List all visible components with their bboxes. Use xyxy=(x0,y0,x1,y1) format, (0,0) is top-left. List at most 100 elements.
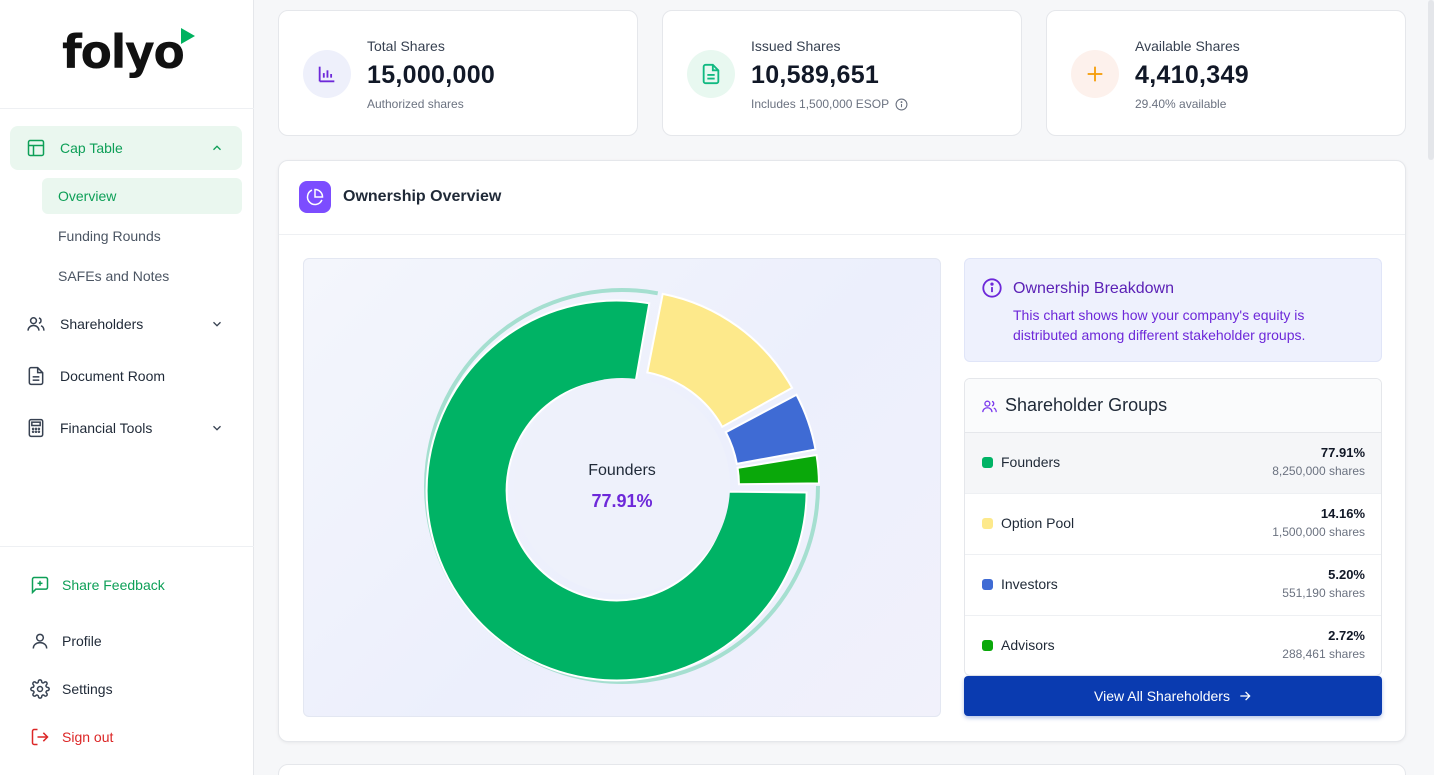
shareholder-groups: Shareholder Groups Founders 77.91% 8,250… xyxy=(964,378,1382,676)
table-icon xyxy=(27,139,45,157)
view-all-label: View All Shareholders xyxy=(1094,688,1230,704)
panel-title: Ownership Overview xyxy=(343,188,502,205)
view-all-shareholders-button[interactable]: View All Shareholders xyxy=(964,676,1382,716)
group-percent: 5.20% xyxy=(1328,567,1365,582)
next-section-card xyxy=(278,764,1406,775)
info-icon xyxy=(982,278,1002,298)
share-feedback-label: Share Feedback xyxy=(62,577,165,593)
chevron-up-icon xyxy=(213,145,221,151)
sidebar-item-label: Cap Table xyxy=(60,140,123,156)
sidebar-divider xyxy=(0,108,254,109)
bar-chart-icon xyxy=(318,66,335,83)
sign-out-icon xyxy=(31,728,49,746)
group-name: Founders xyxy=(1001,454,1061,470)
sign-out-button[interactable]: Sign out xyxy=(30,725,113,749)
stat-icon-wrap xyxy=(687,50,735,98)
breakdown-text: This chart shows how your company's equi… xyxy=(1013,307,1306,343)
plus-icon xyxy=(1087,66,1103,82)
sidebar-subitem-safes-notes[interactable]: SAFEs and Notes xyxy=(42,258,242,294)
legend-swatch xyxy=(982,640,993,651)
ownership-overview-panel: Ownership Overview Founders 77.91% Owner… xyxy=(278,160,1406,742)
stat-subtext: 29.40% available xyxy=(1135,97,1226,111)
breakdown-title: Ownership Breakdown xyxy=(1013,280,1174,297)
shareholder-groups-header: Shareholder Groups xyxy=(965,379,1381,433)
group-percent: 14.16% xyxy=(1320,506,1365,521)
donut-chart: Founders 77.91% xyxy=(303,258,941,717)
sidebar-item-label: Document Room xyxy=(60,368,166,384)
donut-chart-svg xyxy=(424,288,820,684)
sidebar-item-financial-tools[interactable]: Financial Tools xyxy=(10,406,242,450)
group-name: Investors xyxy=(1001,576,1058,592)
stat-icon-wrap xyxy=(303,50,351,98)
settings-link[interactable]: Settings xyxy=(30,677,113,701)
sidebar-divider xyxy=(0,546,254,547)
document-icon xyxy=(28,366,44,386)
document-icon xyxy=(702,63,720,85)
group-shares: 551,190 shares xyxy=(1282,586,1365,600)
stat-value: 4,410,349 xyxy=(1135,61,1249,89)
share-feedback-button[interactable]: Share Feedback xyxy=(30,573,165,597)
stat-value: 10,589,651 xyxy=(751,61,880,89)
donut-center-label: Founders xyxy=(588,462,656,479)
sidebar: folyo Cap Table Overview Funding Rounds … xyxy=(0,0,254,775)
group-percent: 2.72% xyxy=(1328,628,1365,643)
donut-center-value: 77.91% xyxy=(591,491,653,511)
user-icon xyxy=(32,633,48,649)
sidebar-item-document-room[interactable]: Document Room xyxy=(10,354,242,398)
group-row-advisors[interactable]: Advisors 2.72% 288,461 shares xyxy=(965,616,1381,675)
scrollbar[interactable] xyxy=(1428,0,1434,160)
sidebar-subitem-funding-rounds[interactable]: Funding Rounds xyxy=(42,218,242,254)
sidebar-subitem-overview[interactable]: Overview xyxy=(42,178,242,214)
stat-value: 15,000,000 xyxy=(367,61,496,89)
available-shares-card: Available Shares 4,410,349 29.40% availa… xyxy=(1046,10,1406,136)
panel-icon-wrap xyxy=(299,181,331,213)
sidebar-item-label: Financial Tools xyxy=(60,420,153,436)
stat-icon-wrap xyxy=(1071,50,1119,98)
users-icon xyxy=(27,317,45,331)
group-percent: 77.91% xyxy=(1320,445,1365,460)
legend-swatch xyxy=(982,579,993,590)
sidebar-item-cap-table[interactable]: Cap Table xyxy=(10,126,242,170)
legend-swatch xyxy=(982,457,993,468)
settings-label: Settings xyxy=(62,681,113,697)
sidebar-subitem-label: Funding Rounds xyxy=(58,228,161,244)
profile-link[interactable]: Profile xyxy=(30,629,102,653)
group-row-founders[interactable]: Founders 77.91% 8,250,000 shares xyxy=(965,433,1381,494)
stat-label: Available Shares xyxy=(1135,38,1240,54)
sidebar-subitem-label: Overview xyxy=(58,188,117,204)
logo-flag-icon xyxy=(181,28,196,44)
group-shares: 288,461 shares xyxy=(1282,647,1365,661)
folyo-logo[interactable]: folyo xyxy=(62,24,196,80)
donut-hole xyxy=(514,378,730,594)
sidebar-item-shareholders[interactable]: Shareholders xyxy=(10,302,242,346)
stat-label: Total Shares xyxy=(367,38,445,54)
stat-subtext-label: Authorized shares xyxy=(367,97,464,111)
group-row-investors[interactable]: Investors 5.20% 551,190 shares xyxy=(965,555,1381,616)
gear-icon xyxy=(30,679,50,699)
arrow-right-icon xyxy=(1240,691,1251,701)
logo-text: folyo xyxy=(62,25,185,79)
issued-shares-card: Issued Shares 10,589,651 Includes 1,500,… xyxy=(662,10,1022,136)
stat-subtext-label: Includes 1,500,000 ESOP xyxy=(751,97,890,111)
group-row-option-pool[interactable]: Option Pool 14.16% 1,500,000 shares xyxy=(965,494,1381,555)
group-name: Option Pool xyxy=(1001,515,1075,531)
group-name: Advisors xyxy=(1001,637,1055,653)
profile-label: Profile xyxy=(62,633,102,649)
legend-swatch xyxy=(982,518,993,529)
feedback-icon xyxy=(31,576,49,595)
chevron-down-icon xyxy=(213,425,221,431)
panel-header: Ownership Overview xyxy=(279,161,1405,235)
calculator-icon xyxy=(28,418,44,438)
sign-out-label: Sign out xyxy=(62,729,114,745)
sidebar-item-label: Shareholders xyxy=(60,316,144,332)
sidebar-subitem-label: SAFEs and Notes xyxy=(58,268,170,284)
group-shares: 8,250,000 shares xyxy=(1272,464,1365,478)
pie-chart-icon xyxy=(306,188,324,206)
stat-subtext: Authorized shares xyxy=(367,97,464,111)
stat-subtext-label: 29.40% available xyxy=(1135,97,1227,111)
group-shares: 1,500,000 shares xyxy=(1272,525,1365,539)
chevron-down-icon xyxy=(213,321,221,327)
users-icon xyxy=(982,400,997,413)
shareholder-groups-title: Shareholder Groups xyxy=(1005,395,1168,415)
info-icon[interactable] xyxy=(895,98,908,111)
